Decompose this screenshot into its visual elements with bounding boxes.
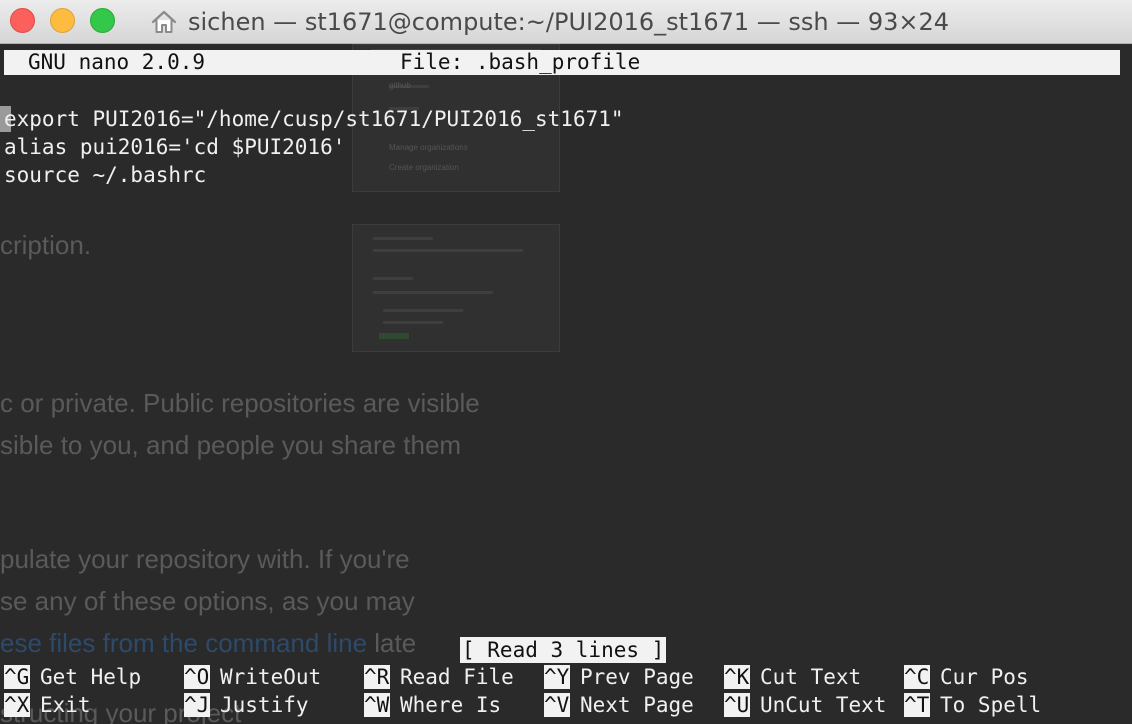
shortcut-key: ^W	[364, 693, 390, 717]
shortcut-uncut-text[interactable]: ^U UnCut Text	[724, 692, 886, 719]
status-message: [ Read 3 lines ]	[460, 637, 667, 663]
shortcut-label: WriteOut	[220, 665, 322, 689]
shortcut-key: ^C	[904, 665, 930, 689]
shortcut-read-file[interactable]: ^R Read File	[364, 664, 514, 691]
ghost-line-2: c or private. Public repositories are vi…	[0, 388, 480, 418]
shortcut-key: ^T	[904, 693, 930, 717]
shortcut-writeout[interactable]: ^O WriteOut	[184, 664, 321, 691]
shortcut-label: UnCut Text	[760, 693, 887, 717]
ghost-menu-manage: Manage organizations	[389, 143, 468, 152]
minimize-button[interactable]	[50, 8, 75, 33]
maximize-button[interactable]	[90, 8, 115, 33]
shortcut-label: Cur Pos	[940, 665, 1029, 689]
shortcut-exit[interactable]: ^X Exit	[4, 692, 91, 719]
shortcut-label: To Spell	[940, 693, 1042, 717]
ghost-menu-create: Create organization	[389, 163, 459, 172]
ghost-form-preview	[352, 224, 560, 352]
home-icon	[151, 10, 177, 33]
shortcut-cur-pos[interactable]: ^C Cur Pos	[904, 664, 1029, 691]
editor-line-1[interactable]: export PUI2016="/home/cusp/st1671/PUI201…	[4, 105, 624, 133]
shortcut-key: ^J	[184, 693, 210, 717]
ghost-link: ese files from the command line	[0, 628, 368, 658]
maximize-icon	[91, 9, 114, 32]
ghost-line-6-rest: late	[367, 628, 417, 658]
shortcut-key: ^R	[364, 665, 390, 689]
shortcut-key: ^X	[4, 693, 30, 717]
shortcut-cut-text[interactable]: ^K Cut Text	[724, 664, 861, 691]
shortcut-to-spell[interactable]: ^T To Spell	[904, 692, 1041, 719]
shortcut-next-page[interactable]: ^V Next Page	[544, 692, 694, 719]
ghost-line-3: sible to you, and people you share them	[0, 430, 462, 460]
shortcut-key: ^Y	[544, 665, 570, 689]
shortcut-key: ^V	[544, 693, 570, 717]
shortcut-key: ^G	[4, 665, 30, 689]
editor-line-2[interactable]: alias pui2016='cd $PUI2016'	[4, 133, 345, 161]
close-icon	[11, 9, 34, 32]
shortcut-label: Justify	[220, 693, 309, 717]
shortcut-label: Exit	[40, 693, 91, 717]
shortcut-prev-page[interactable]: ^Y Prev Page	[544, 664, 694, 691]
shortcut-justify[interactable]: ^J Justify	[184, 692, 309, 719]
shortcut-label: Where Is	[400, 693, 502, 717]
shortcut-get-help[interactable]: ^G Get Help	[4, 664, 141, 691]
shortcut-label: Cut Text	[760, 665, 862, 689]
shortcut-label: Prev Page	[580, 665, 694, 689]
nano-header-bar: GNU nano 2.0.9 File: .bash_profile	[4, 50, 1120, 75]
shortcut-label: Get Help	[40, 665, 142, 689]
shortcut-label: Next Page	[580, 693, 694, 717]
ghost-line-1: cription.	[0, 230, 92, 260]
window-title-group: sichen — st1671@compute:~/PUI2016_st1671…	[150, 6, 949, 38]
nano-file-name: File: .bash_profile	[400, 50, 641, 74]
ghost-line-6: ese files from the command line late	[0, 628, 416, 659]
close-button[interactable]	[10, 8, 35, 33]
ghost-line-5: se any of these options, as you may	[0, 586, 415, 616]
nano-version: GNU nano 2.0.9	[28, 50, 206, 74]
title-bar[interactable]: sichen — st1671@compute:~/PUI2016_st1671…	[0, 0, 1132, 44]
window-title: sichen — st1671@compute:~/PUI2016_st1671…	[188, 8, 950, 36]
ghost-line-4: pulate your repository with. If you're	[0, 544, 410, 574]
shortcut-where-is[interactable]: ^W Where Is	[364, 692, 501, 719]
shortcut-label: Read File	[400, 665, 514, 689]
ghost-menu-github: github	[389, 81, 411, 90]
shortcut-key: ^O	[184, 665, 210, 689]
terminal-window: sichen — st1671@compute:~/PUI2016_st1671…	[0, 0, 1132, 724]
shortcut-key: ^K	[724, 665, 750, 689]
editor-line-3[interactable]: source ~/.bashrc	[4, 161, 206, 189]
terminal-area[interactable]: github Manage organizations Create organ…	[0, 44, 1132, 724]
shortcut-key: ^U	[724, 693, 750, 717]
minimize-icon	[51, 9, 74, 32]
